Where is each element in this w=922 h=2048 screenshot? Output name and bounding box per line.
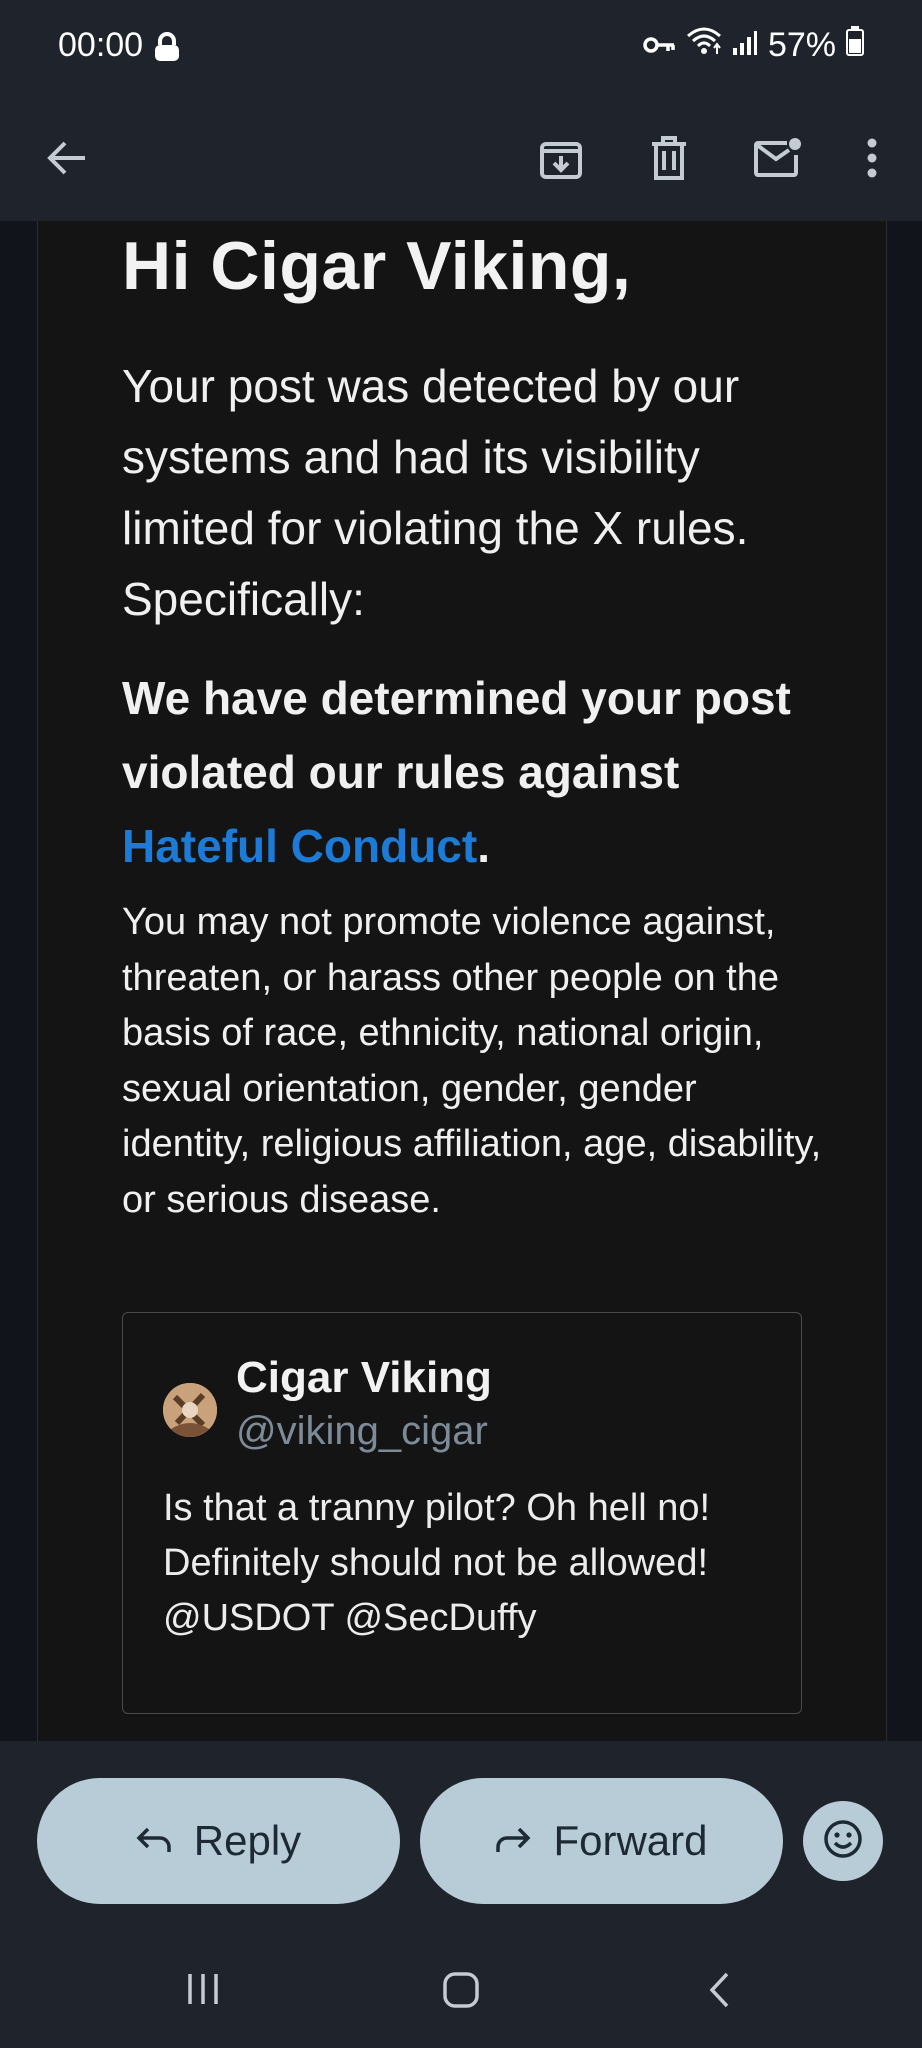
forward-button[interactable]: Forward bbox=[420, 1778, 783, 1904]
reply-label: Reply bbox=[193, 1817, 302, 1864]
wifi-icon bbox=[686, 26, 722, 65]
violation-statement: We have determined your post violated ou… bbox=[122, 661, 822, 883]
violation-period: . bbox=[477, 820, 490, 872]
email-intro: Your post was detected by our systems an… bbox=[122, 360, 749, 625]
email-body-area[interactable]: Hi Cigar Viking, Your post was detected … bbox=[0, 221, 922, 1741]
email-greeting: Hi Cigar Viking, bbox=[122, 228, 632, 304]
rule-description: You may not promote violence against, th… bbox=[122, 901, 822, 1221]
battery-level: 57% bbox=[767, 26, 836, 64]
smiley-icon bbox=[823, 1819, 863, 1864]
violation-text: We have determined your post violated ou… bbox=[122, 672, 791, 798]
more-vert-icon[interactable] bbox=[850, 127, 894, 189]
quoted-post: Cigar Viking @viking_cigar Is that a tra… bbox=[122, 1312, 802, 1714]
forward-icon bbox=[495, 1817, 531, 1865]
post-author-handle: @viking_cigar bbox=[236, 1409, 488, 1453]
email-toolbar bbox=[0, 95, 922, 221]
reply-button[interactable]: Reply bbox=[37, 1778, 400, 1904]
home-icon[interactable] bbox=[442, 1971, 480, 2014]
avatar bbox=[163, 1383, 217, 1437]
battery-icon bbox=[846, 26, 864, 65]
post-text: Is that a tranny pilot? Oh hell no! Defi… bbox=[163, 1487, 711, 1639]
email-card: Hi Cigar Viking, Your post was detected … bbox=[37, 221, 887, 1741]
status-bar: 00:00 57% bbox=[0, 0, 922, 95]
recents-icon[interactable] bbox=[185, 1971, 221, 2012]
status-icons: 57% bbox=[642, 26, 864, 65]
archive-icon[interactable] bbox=[530, 127, 592, 189]
delete-icon[interactable] bbox=[638, 127, 700, 189]
back-icon[interactable] bbox=[706, 1971, 732, 2014]
hateful-conduct-link[interactable]: Hateful Conduct bbox=[122, 820, 477, 872]
emoji-reaction-button[interactable] bbox=[803, 1801, 883, 1881]
reply-icon bbox=[136, 1817, 172, 1865]
mark-unread-icon[interactable] bbox=[747, 127, 809, 189]
clock: 00:00 bbox=[58, 26, 144, 64]
bottom-action-bar: Reply Forward bbox=[0, 1741, 922, 2048]
signal-icon bbox=[732, 26, 758, 65]
post-author-name: Cigar Viking bbox=[236, 1353, 492, 1402]
key-icon bbox=[642, 26, 676, 65]
lock-icon bbox=[150, 30, 184, 69]
back-arrow-icon[interactable] bbox=[36, 127, 98, 189]
forward-label: Forward bbox=[553, 1817, 708, 1864]
